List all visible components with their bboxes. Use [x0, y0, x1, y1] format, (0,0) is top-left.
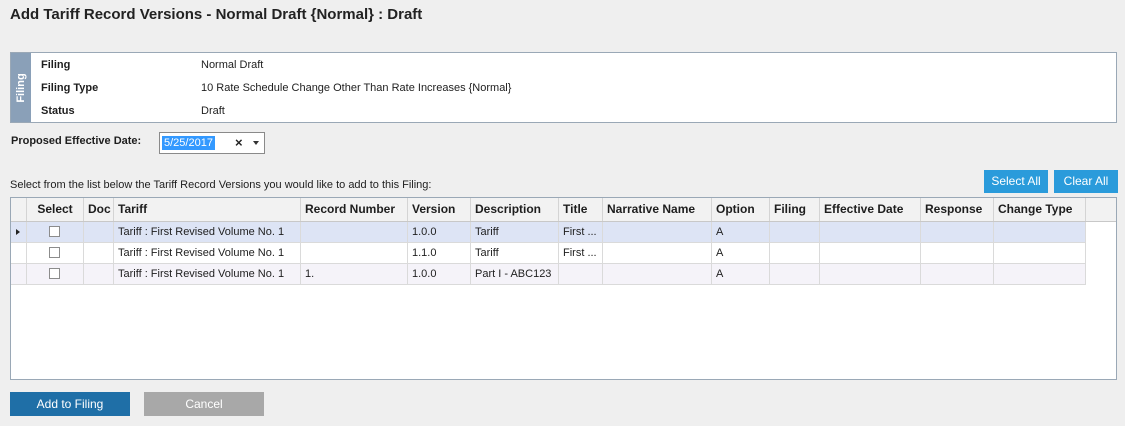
response-cell[interactable]	[921, 222, 994, 242]
title-cell[interactable]: First ...	[559, 222, 603, 242]
narrative-cell[interactable]	[603, 243, 712, 263]
filing-value: Normal Draft	[201, 59, 264, 71]
filing-info-panel: Filing Filing Normal Draft Filing Type 1…	[10, 52, 1117, 123]
filing-tab-label: Filing	[15, 72, 27, 103]
instruction-text: Select from the list below the Tariff Re…	[10, 179, 432, 191]
select-cell	[27, 264, 84, 284]
filing-cell[interactable]	[770, 243, 820, 263]
change-type-cell[interactable]	[994, 243, 1086, 263]
select-cell	[27, 243, 84, 263]
filing-key: Filing	[41, 59, 71, 71]
col-narrative-name[interactable]: Narrative Name	[603, 198, 712, 221]
col-filing[interactable]: Filing	[770, 198, 820, 221]
title-cell[interactable]: First ...	[559, 243, 603, 263]
add-to-filing-button[interactable]: Add to Filing	[10, 392, 130, 416]
col-change-type[interactable]: Change Type	[994, 198, 1086, 221]
filing-type-value: 10 Rate Schedule Change Other Than Rate …	[201, 82, 512, 94]
header-indicator	[11, 198, 27, 221]
col-record-number[interactable]: Record Number	[301, 198, 408, 221]
status-value: Draft	[201, 105, 225, 117]
table-row[interactable]: Tariff : First Revised Volume No. 1 1.0.…	[11, 222, 1086, 243]
filing-cell[interactable]	[770, 264, 820, 284]
filing-cell[interactable]	[770, 222, 820, 242]
title-cell[interactable]	[559, 264, 603, 284]
response-cell[interactable]	[921, 264, 994, 284]
col-option[interactable]: Option	[712, 198, 770, 221]
effective-date-cell[interactable]	[820, 222, 921, 242]
select-all-button[interactable]: Select All	[984, 170, 1048, 193]
row-indicator	[11, 264, 27, 284]
effective-date-picker[interactable]: 5/25/2017 ×	[159, 132, 265, 154]
doc-cell[interactable]	[84, 222, 114, 242]
version-cell[interactable]: 1.0.0	[408, 222, 471, 242]
col-effective-date[interactable]: Effective Date	[820, 198, 921, 221]
row-checkbox[interactable]	[49, 226, 60, 237]
effective-date-cell[interactable]	[820, 243, 921, 263]
option-cell[interactable]: A	[712, 264, 770, 284]
col-response[interactable]: Response	[921, 198, 994, 221]
change-type-cell[interactable]	[994, 264, 1086, 284]
option-cell[interactable]: A	[712, 222, 770, 242]
col-description[interactable]: Description	[471, 198, 559, 221]
cancel-button[interactable]: Cancel	[144, 392, 264, 416]
col-title[interactable]: Title	[559, 198, 603, 221]
record-number-cell[interactable]	[301, 222, 408, 242]
status-key: Status	[41, 105, 75, 117]
narrative-cell[interactable]	[603, 222, 712, 242]
table-row[interactable]: Tariff : First Revised Volume No. 1 1.1.…	[11, 243, 1086, 264]
narrative-cell[interactable]	[603, 264, 712, 284]
description-cell[interactable]: Tariff	[471, 222, 559, 242]
row-indicator	[11, 222, 27, 242]
option-cell[interactable]: A	[712, 243, 770, 263]
col-select[interactable]: Select	[27, 198, 84, 221]
record-number-cell[interactable]	[301, 243, 408, 263]
table-row[interactable]: Tariff : First Revised Volume No. 1 1. 1…	[11, 264, 1086, 285]
select-cell	[27, 222, 84, 242]
description-cell[interactable]: Tariff	[471, 243, 559, 263]
response-cell[interactable]	[921, 243, 994, 263]
doc-cell[interactable]	[84, 243, 114, 263]
dropdown-arrow-icon[interactable]	[253, 141, 259, 145]
row-checkbox[interactable]	[49, 247, 60, 258]
tariff-cell[interactable]: Tariff : First Revised Volume No. 1	[114, 264, 301, 284]
tariff-cell[interactable]: Tariff : First Revised Volume No. 1	[114, 243, 301, 263]
record-number-cell[interactable]: 1.	[301, 264, 408, 284]
clear-date-icon[interactable]: ×	[235, 135, 243, 150]
col-tariff[interactable]: Tariff	[114, 198, 301, 221]
effective-date-label: Proposed Effective Date:	[11, 135, 142, 147]
filing-type-key: Filing Type	[41, 82, 99, 94]
col-version[interactable]: Version	[408, 198, 471, 221]
page-title: Add Tariff Record Versions - Normal Draf…	[10, 6, 423, 23]
effective-date-value[interactable]: 5/25/2017	[162, 136, 215, 150]
description-cell[interactable]: Part I - ABC123	[471, 264, 559, 284]
tariff-cell[interactable]: Tariff : First Revised Volume No. 1	[114, 222, 301, 242]
grid-header: Select Doc Tariff Record Number Version …	[11, 198, 1116, 222]
tariff-records-grid: Select Doc Tariff Record Number Version …	[10, 197, 1117, 380]
doc-cell[interactable]	[84, 264, 114, 284]
filing-side-tab: Filing	[11, 53, 31, 122]
version-cell[interactable]: 1.1.0	[408, 243, 471, 263]
row-pointer-icon	[16, 229, 20, 235]
version-cell[interactable]: 1.0.0	[408, 264, 471, 284]
row-checkbox[interactable]	[49, 268, 60, 279]
col-doc[interactable]: Doc	[84, 198, 114, 221]
change-type-cell[interactable]	[994, 222, 1086, 242]
row-indicator	[11, 243, 27, 263]
effective-date-cell[interactable]	[820, 264, 921, 284]
clear-all-button[interactable]: Clear All	[1054, 170, 1118, 193]
